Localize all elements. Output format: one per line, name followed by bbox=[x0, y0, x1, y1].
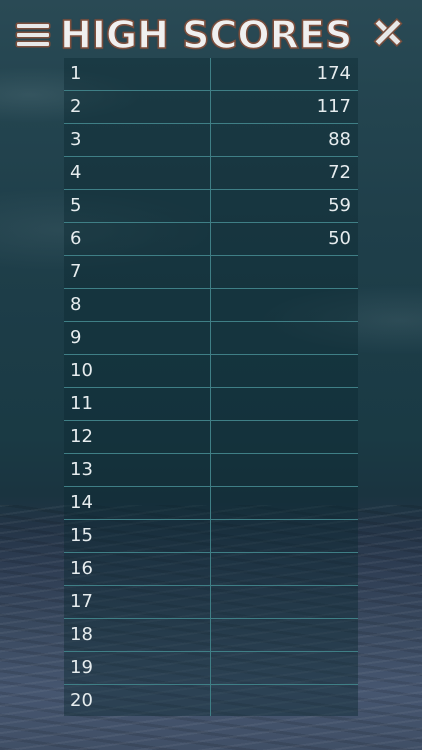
rank-cell: 8 bbox=[70, 294, 82, 315]
rank-cell: 2 bbox=[70, 96, 82, 117]
score-cell: 50 bbox=[328, 228, 351, 249]
rank-cell: 20 bbox=[70, 690, 93, 711]
table-row: 5 59 bbox=[64, 190, 358, 223]
score-cell: 88 bbox=[328, 129, 351, 150]
table-row: 10 bbox=[64, 355, 358, 388]
rank-cell: 10 bbox=[70, 360, 93, 381]
rank-cell: 7 bbox=[70, 261, 82, 282]
rank-cell: 3 bbox=[70, 129, 82, 150]
rank-cell: 1 bbox=[70, 63, 82, 84]
score-cell: 174 bbox=[316, 63, 351, 84]
close-icon[interactable] bbox=[372, 17, 404, 49]
table-row: 7 bbox=[64, 256, 358, 289]
high-scores-table: 1 174 2 117 3 88 4 72 5 59 6 50 7 8 9 10… bbox=[64, 58, 358, 716]
rank-cell: 5 bbox=[70, 195, 82, 216]
table-row: 3 88 bbox=[64, 124, 358, 157]
table-row: 8 bbox=[64, 289, 358, 322]
rank-cell: 6 bbox=[70, 228, 82, 249]
rank-cell: 13 bbox=[70, 459, 93, 480]
table-row: 6 50 bbox=[64, 223, 358, 256]
rank-cell: 17 bbox=[70, 591, 93, 612]
page-title: HIGH SCORES bbox=[59, 12, 353, 58]
table-row: 14 bbox=[64, 487, 358, 520]
rank-cell: 11 bbox=[70, 393, 93, 414]
rank-cell: 18 bbox=[70, 624, 93, 645]
rank-cell: 16 bbox=[70, 558, 93, 579]
table-row: 4 72 bbox=[64, 157, 358, 190]
table-row: 13 bbox=[64, 454, 358, 487]
table-row: 16 bbox=[64, 553, 358, 586]
score-cell: 72 bbox=[328, 162, 351, 183]
rank-cell: 19 bbox=[70, 657, 93, 678]
score-cell: 117 bbox=[316, 96, 351, 117]
score-cell: 59 bbox=[328, 195, 351, 216]
table-row: 15 bbox=[64, 520, 358, 553]
header-bar: HIGH SCORES bbox=[0, 0, 422, 60]
hamburger-menu-icon[interactable] bbox=[17, 22, 49, 48]
table-row: 12 bbox=[64, 421, 358, 454]
table-row: 19 bbox=[64, 652, 358, 685]
table-row: 9 bbox=[64, 322, 358, 355]
table-row: 20 bbox=[64, 685, 358, 718]
rank-cell: 14 bbox=[70, 492, 93, 513]
table-row: 11 bbox=[64, 388, 358, 421]
rank-cell: 9 bbox=[70, 327, 82, 348]
table-row: 18 bbox=[64, 619, 358, 652]
rank-cell: 15 bbox=[70, 525, 93, 546]
table-row: 17 bbox=[64, 586, 358, 619]
rank-cell: 4 bbox=[70, 162, 82, 183]
table-row: 1 174 bbox=[64, 58, 358, 91]
table-row: 2 117 bbox=[64, 91, 358, 124]
rank-cell: 12 bbox=[70, 426, 93, 447]
